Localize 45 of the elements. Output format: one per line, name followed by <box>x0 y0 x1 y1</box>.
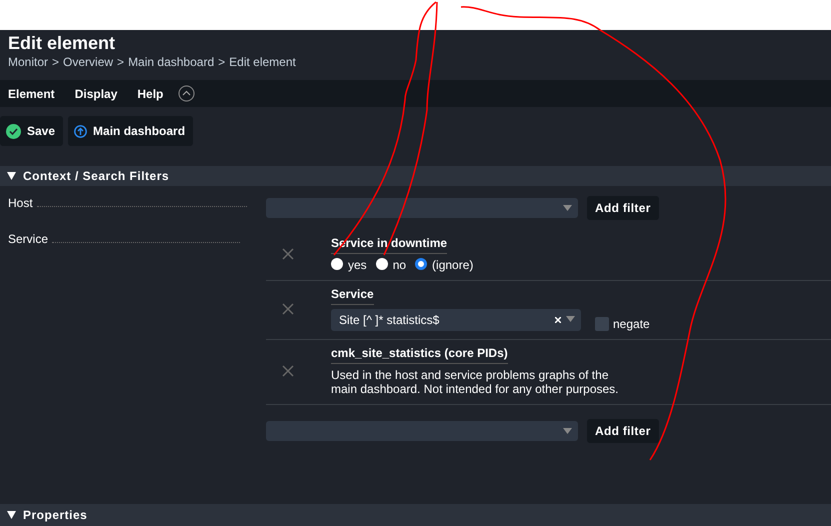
filter-title: cmk_site_statistics (core PIDs) <box>331 346 508 364</box>
clear-icon[interactable] <box>555 317 561 323</box>
breadcrumb-link[interactable]: Overview <box>63 55 114 69</box>
radio-button[interactable] <box>331 258 343 270</box>
service-dropdown[interactable]: Site [^ ]* statistics$ <box>331 309 581 331</box>
section-header[interactable]: Properties <box>0 504 831 526</box>
menu-item[interactable]: Display <box>74 86 118 100</box>
checkbox-label: negate <box>613 317 650 331</box>
field-label: Host <box>8 196 33 210</box>
collapse-triangle-icon[interactable] <box>7 172 16 180</box>
radio-label: yes <box>348 258 367 272</box>
breadcrumb-link[interactable]: Edit element <box>229 55 296 69</box>
up-arrow-circle-icon <box>74 124 88 138</box>
section-title: Properties <box>23 508 88 522</box>
remove-icon[interactable] <box>282 365 294 377</box>
breadcrumb-separator: > <box>117 55 124 69</box>
collapse-triangle-icon[interactable] <box>7 511 16 519</box>
breadcrumb-link[interactable]: Main dashboard <box>128 55 214 69</box>
radio-button[interactable] <box>376 258 388 270</box>
toolbar-button[interactable]: Main dashboard <box>68 116 194 146</box>
radio-button[interactable] <box>415 258 428 270</box>
filter-description: Used in the host and service problems graphs of the main dashboard. Not intended for any other purposes. <box>331 368 620 396</box>
dropdown-caret-icon <box>563 205 572 211</box>
breadcrumb-separator: > <box>218 55 226 69</box>
page-title: Edit element <box>8 33 116 54</box>
toolbar-button[interactable]: Save <box>0 116 64 146</box>
field-label: Service <box>8 232 48 246</box>
remove-icon[interactable] <box>282 303 294 315</box>
dropdown-caret-icon <box>566 316 575 322</box>
dropdown-caret-icon <box>563 428 572 434</box>
filter-title: Service <box>331 287 374 305</box>
menu-item[interactable]: Help <box>137 86 164 100</box>
section-header[interactable]: Context / Search Filters <box>0 166 831 186</box>
check-circle-icon <box>6 124 21 138</box>
section-title: Context / Search Filters <box>23 169 170 183</box>
negate-checkbox[interactable] <box>595 317 609 331</box>
menu-item[interactable]: Element <box>8 86 55 100</box>
add-filter-button[interactable]: Add filter <box>587 419 659 443</box>
collapse-chevron-icon[interactable] <box>178 85 196 102</box>
add-filter-button[interactable]: Add filter <box>587 196 659 220</box>
remove-icon[interactable] <box>282 248 294 260</box>
breadcrumb-link[interactable]: Monitor <box>8 55 48 69</box>
radio-label: no <box>392 258 406 272</box>
radio-label: (ignore) <box>432 258 474 272</box>
breadcrumb-separator: > <box>52 55 60 69</box>
